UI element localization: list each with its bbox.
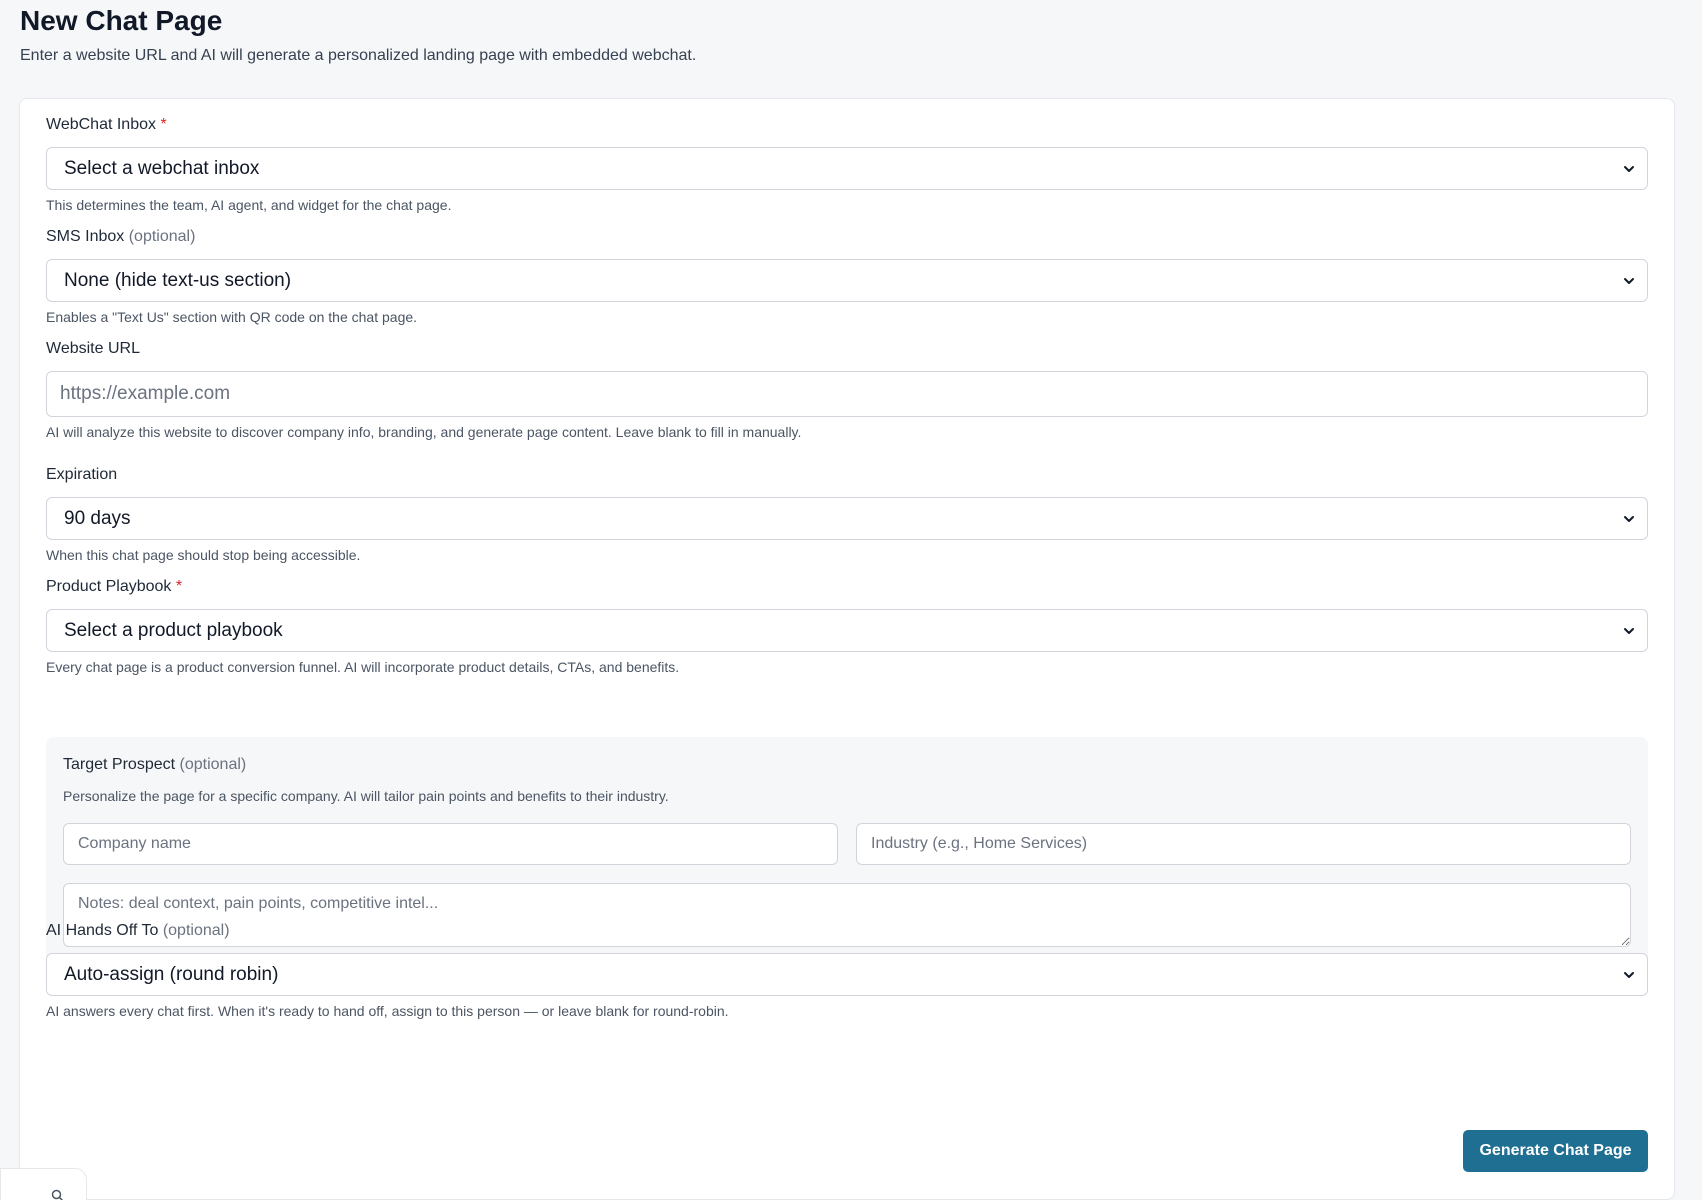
optional-tag: (optional) (162, 922, 230, 939)
product-playbook-help: Every chat page is a product conversion … (46, 659, 680, 675)
product-playbook-label: Product Playbook * (46, 578, 183, 595)
product-playbook-select[interactable]: Select a product playbook (46, 609, 1648, 652)
company-name-input[interactable] (63, 823, 838, 865)
website-url-input[interactable] (46, 371, 1648, 417)
webchat-inbox-field: WebChat Inbox * Select a webchat inbox T… (46, 115, 1648, 214)
webchat-inbox-label: WebChat Inbox * (46, 116, 167, 133)
handoff-selected: Auto-assign (round robin) (64, 963, 279, 985)
prospect-inputs-row (63, 823, 1631, 865)
expiration-field: Expiration 90 days When this chat page s… (46, 465, 1648, 564)
expiration-label: Expiration (46, 466, 118, 483)
required-mark: * (160, 116, 167, 133)
industry-input[interactable] (856, 823, 1631, 865)
handoff-help: AI answers every chat first. When it's r… (46, 1003, 729, 1019)
required-mark: * (175, 578, 183, 595)
expiration-help: When this chat page should stop being ac… (46, 547, 361, 563)
target-prospect-label: Target Prospect (optional) (63, 756, 247, 773)
chevron-down-icon (1624, 515, 1634, 522)
search-tab[interactable] (0, 1168, 87, 1200)
sms-inbox-select[interactable]: None (hide text-us section) (46, 259, 1648, 302)
optional-tag: (optional) (128, 228, 196, 245)
product-playbook-field: Product Playbook * Select a product play… (46, 577, 1648, 676)
expiration-select[interactable]: 90 days (46, 497, 1648, 540)
handoff-label: AI Hands Off To (optional) (46, 922, 230, 939)
website-url-help: AI will analyze this website to discover… (46, 424, 802, 440)
target-prospect-help: Personalize the page for a specific comp… (63, 788, 669, 804)
page-title: New Chat Page (20, 5, 223, 36)
generate-chat-page-button[interactable]: Generate Chat Page (1463, 1130, 1648, 1172)
chevron-down-icon (1624, 627, 1634, 634)
page-subtitle: Enter a website URL and AI will generate… (20, 47, 697, 64)
sms-inbox-field: SMS Inbox (optional) None (hide text-us … (46, 227, 1648, 326)
product-playbook-selected: Select a product playbook (64, 619, 283, 641)
chevron-down-icon (1624, 277, 1634, 284)
search-icon (51, 1189, 64, 1200)
webchat-inbox-select[interactable]: Select a webchat inbox (46, 147, 1648, 190)
webchat-inbox-help: This determines the team, AI agent, and … (46, 197, 452, 213)
website-url-label: Website URL (46, 340, 140, 357)
expiration-selected: 90 days (64, 507, 131, 529)
sms-inbox-help: Enables a "Text Us" section with QR code… (46, 309, 418, 325)
chevron-down-icon (1624, 971, 1634, 978)
sms-inbox-label: SMS Inbox (optional) (46, 228, 196, 245)
chevron-down-icon (1624, 165, 1634, 172)
form-card: WebChat Inbox * Select a webchat inbox T… (19, 98, 1675, 1200)
webchat-inbox-selected: Select a webchat inbox (64, 157, 260, 179)
optional-tag: (optional) (179, 756, 247, 773)
website-url-field: Website URL AI will analyze this website… (46, 339, 1648, 441)
handoff-field: AI Hands Off To (optional) Auto-assign (… (46, 921, 1648, 1020)
page: New Chat Page Enter a website URL and AI… (0, 0, 1702, 1200)
sms-inbox-selected: None (hide text-us section) (64, 269, 292, 291)
handoff-select[interactable]: Auto-assign (round robin) (46, 953, 1648, 996)
